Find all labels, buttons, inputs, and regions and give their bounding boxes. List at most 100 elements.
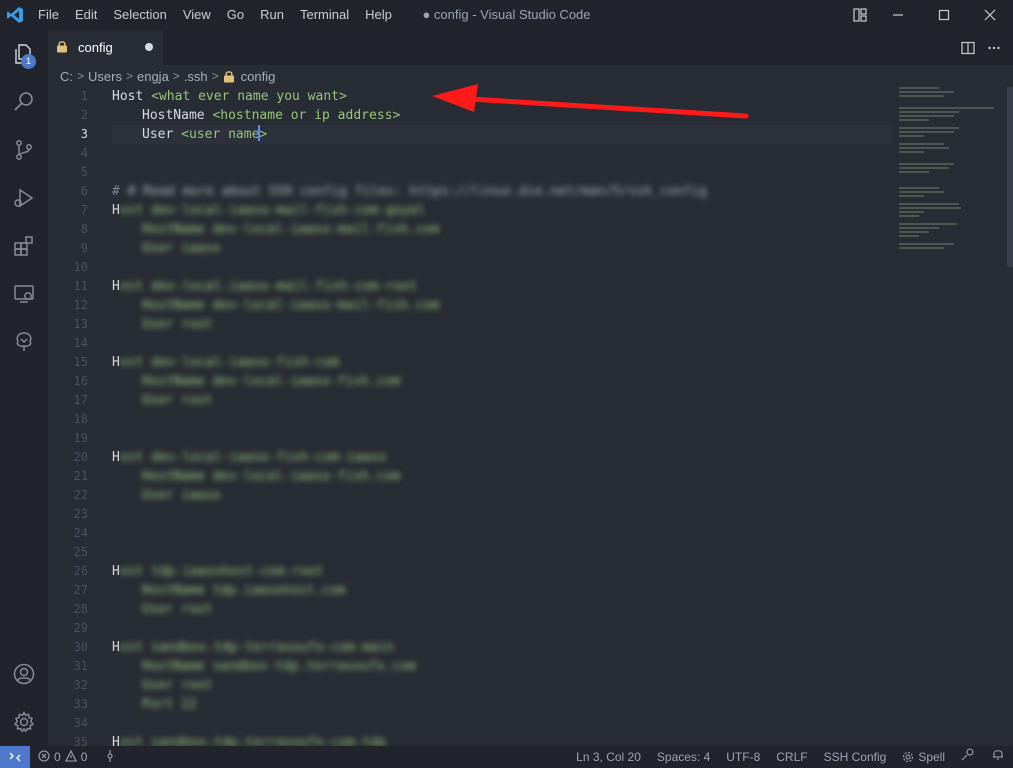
menu-go[interactable]: Go (219, 0, 252, 30)
code-line[interactable]: User iaaso (112, 486, 892, 505)
code-line[interactable] (112, 429, 892, 448)
code-line-current[interactable]: User <user name> (112, 125, 892, 144)
scroll-thumb[interactable] (1007, 87, 1013, 267)
code-line[interactable]: Host sandbox-tdp-terrasoufo-com-tdp (112, 733, 892, 746)
code-line[interactable]: Host sandbox-tdp-terrasoufo-com-main (112, 638, 892, 657)
code-editor[interactable]: 1 2 3 4 5 6 7 8 9 10 11 12 13 14 15 16 1… (48, 87, 1013, 746)
breadcrumb-drive[interactable]: C: (60, 69, 73, 84)
menu-edit[interactable]: Edit (67, 0, 105, 30)
breadcrumb-users[interactable]: Users (88, 69, 122, 84)
line-number: 25 (73, 545, 88, 559)
search-icon[interactable] (0, 78, 48, 126)
layout-icon[interactable] (845, 0, 875, 30)
code-line[interactable]: Port 22 (112, 695, 892, 714)
explorer-badge: 1 (21, 54, 36, 69)
breadcrumb-file[interactable]: config (241, 69, 276, 84)
menu-view[interactable]: View (175, 0, 219, 30)
activity-bar: 1 (0, 30, 48, 746)
window-controls (875, 0, 1013, 30)
code-line[interactable]: HostName dev-local-iaaso-fish.com (112, 467, 892, 486)
code-line[interactable]: HostName dev-local-iaaso-mail-fish.com (112, 296, 892, 315)
menu-selection[interactable]: Selection (105, 0, 174, 30)
code-line[interactable] (112, 334, 892, 353)
maximize-icon[interactable] (921, 0, 967, 30)
minimap[interactable] (899, 87, 999, 287)
blurred-comment: # Read more about SSH config files: http… (127, 184, 707, 199)
code-line[interactable]: HostName tdp.iaasohost.com (112, 581, 892, 600)
code-lines[interactable]: Host <what ever name you want> HostName … (112, 87, 892, 746)
code-line[interactable] (112, 543, 892, 562)
notifications-bell-icon[interactable] (983, 746, 1013, 768)
breadcrumb-engja[interactable]: engja (137, 69, 169, 84)
blurred-text: ost dev-local-iaaso-mail-fish-com-goyal (119, 203, 426, 218)
code-line[interactable]: User root (112, 676, 892, 695)
live-share-icon[interactable] (105, 749, 115, 765)
minimap-line (899, 135, 924, 137)
menu-terminal[interactable]: Terminal (292, 0, 357, 30)
extensions-icon[interactable] (0, 222, 48, 270)
remote-indicator-icon[interactable] (0, 746, 30, 768)
code-line[interactable]: Host dev-local-iaaso-fish-com (112, 353, 892, 372)
line-number: 32 (73, 678, 88, 692)
code-line[interactable]: Host dev-local-iaaso-fish-com-iaaso (112, 448, 892, 467)
ssh-keyword: Host (112, 89, 144, 104)
code-line[interactable]: Host <what ever name you want> (112, 87, 892, 106)
menu-help[interactable]: Help (357, 0, 400, 30)
unsaved-dot-icon[interactable] (145, 43, 153, 51)
code-line[interactable]: User root (112, 391, 892, 410)
menu-run[interactable]: Run (252, 0, 292, 30)
more-actions-icon[interactable] (981, 35, 1007, 61)
indentation[interactable]: Spaces: 4 (649, 746, 718, 768)
code-line[interactable]: # # Read more about SSH config files: ht… (112, 182, 892, 201)
code-line[interactable] (112, 714, 892, 733)
run-debug-icon[interactable] (0, 174, 48, 222)
code-line[interactable] (112, 410, 892, 429)
code-line[interactable] (112, 524, 892, 543)
code-line[interactable] (112, 505, 892, 524)
feedback-icon[interactable] (953, 746, 983, 768)
problems-indicator[interactable]: 0 0 (38, 749, 119, 765)
line-number: 14 (73, 336, 88, 350)
code-line[interactable]: HostName sandbox-tdp.terrasoufo.com (112, 657, 892, 676)
source-control-icon[interactable] (0, 126, 48, 174)
code-line[interactable]: HostName <hostname or ip address> (112, 106, 892, 125)
host-h: H (112, 640, 120, 655)
code-line[interactable]: HostName dev-local-iaaso-mail-fish.com (112, 220, 892, 239)
menu-file[interactable]: File (30, 0, 67, 30)
encoding[interactable]: UTF-8 (718, 746, 768, 768)
minimap-line (899, 211, 924, 213)
code-line[interactable]: User root (112, 600, 892, 619)
accounts-icon[interactable] (0, 650, 48, 698)
end-of-line[interactable]: CRLF (768, 746, 815, 768)
explorer-icon[interactable]: 1 (0, 30, 48, 78)
breadcrumb-ssh[interactable]: .ssh (184, 69, 208, 84)
code-line[interactable]: HostName dev-local-iaaso-fish.com (112, 372, 892, 391)
activity-bar-bottom (0, 650, 48, 746)
remote-explorer-icon[interactable] (0, 270, 48, 318)
vertical-scrollbar[interactable] (999, 87, 1013, 746)
minimap-line (899, 95, 944, 97)
cursor-position[interactable]: Ln 3, Col 20 (568, 746, 649, 768)
minimap-line (899, 119, 929, 121)
blurred-text: ost dev-local-iaaso-mail-fish-com-root (119, 279, 418, 294)
code-line[interactable]: Host dev-local-iaaso-mail-fish-com-root (112, 277, 892, 296)
code-line[interactable]: Host dev-local-iaaso-mail-fish-com-goyal (112, 201, 892, 220)
code-line[interactable] (112, 144, 892, 163)
tab-config[interactable]: config (48, 30, 163, 65)
minimize-icon[interactable] (875, 0, 921, 30)
gear-icon[interactable] (0, 698, 48, 746)
blurred-text: HostName dev-local-iaaso-fish.com (142, 469, 401, 484)
minimap-line (899, 143, 944, 145)
code-line[interactable]: User iaaso (112, 239, 892, 258)
code-line[interactable]: User root (112, 315, 892, 334)
close-icon[interactable] (967, 0, 1013, 30)
code-line[interactable] (112, 163, 892, 182)
code-line[interactable] (112, 619, 892, 638)
tree-icon[interactable] (0, 318, 48, 366)
code-line[interactable]: Host tdp-iaasohost-com-root (112, 562, 892, 581)
code-line[interactable] (112, 258, 892, 277)
blurred-text: ost tdp-iaasohost-com-root (119, 564, 324, 579)
language-mode[interactable]: SSH Config (816, 746, 895, 768)
split-editor-icon[interactable] (955, 35, 981, 61)
spell-check[interactable]: Spell (894, 746, 953, 768)
